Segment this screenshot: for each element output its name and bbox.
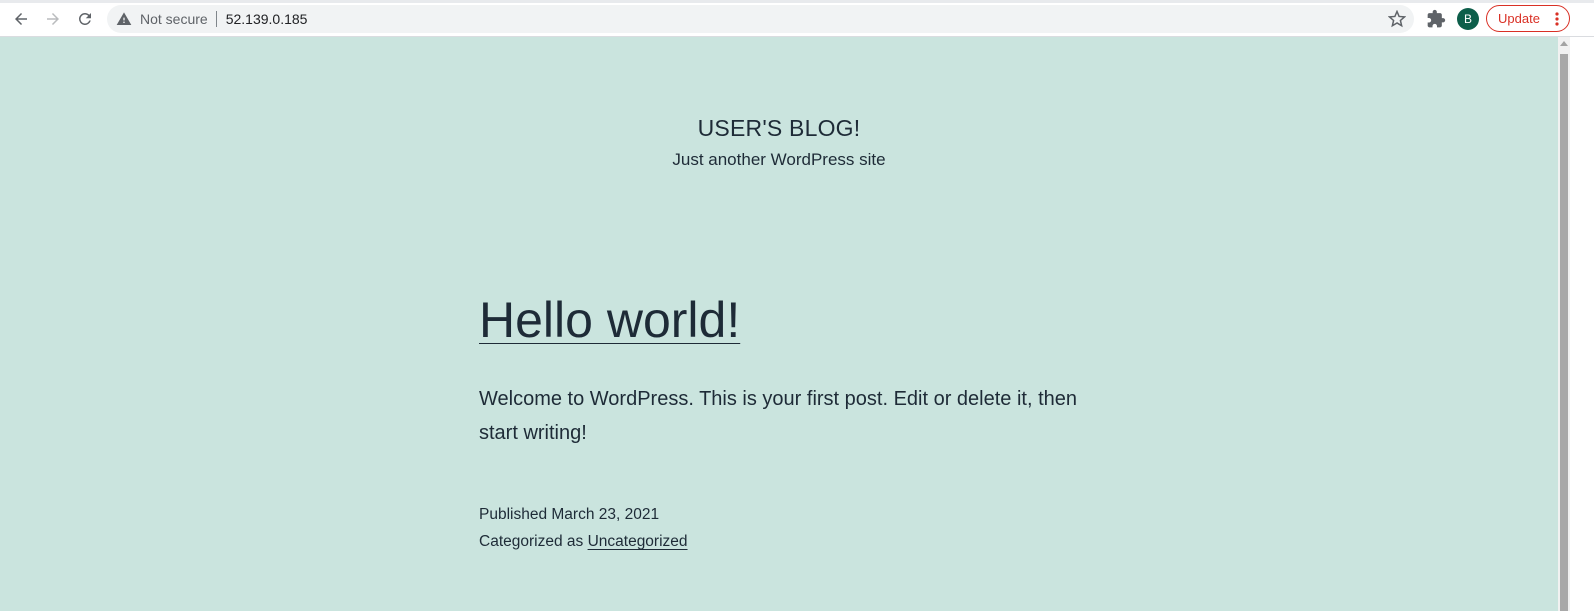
puzzle-icon[interactable] bbox=[1426, 9, 1446, 29]
url-text[interactable]: 52.139.0.185 bbox=[226, 11, 308, 27]
scroll-up-arrow-icon[interactable] bbox=[1560, 41, 1568, 46]
site-title[interactable]: USER'S BLOG! bbox=[0, 115, 1558, 142]
category-line: Categorized as Uncategorized bbox=[479, 528, 688, 555]
address-bar[interactable]: Not secure 52.139.0.185 bbox=[107, 5, 1414, 33]
update-label: Update bbox=[1498, 11, 1540, 26]
post-content: Welcome to WordPress. This is your first… bbox=[479, 388, 1078, 444]
vertical-scrollbar[interactable] bbox=[1558, 37, 1570, 611]
browser-toolbar: Not secure 52.139.0.185 B Update bbox=[0, 0, 1594, 37]
site-tagline: Just another WordPress site bbox=[672, 150, 886, 169]
address-separator bbox=[215, 11, 217, 27]
forward-arrow-icon bbox=[47, 13, 59, 25]
profile-avatar[interactable]: B bbox=[1457, 8, 1479, 30]
forward-button[interactable] bbox=[41, 7, 65, 31]
window-edge bbox=[1570, 37, 1594, 611]
reload-button[interactable] bbox=[73, 7, 97, 31]
published-date: March 23, 2021 bbox=[551, 506, 660, 523]
security-status-label[interactable]: Not secure bbox=[140, 11, 208, 27]
category-prefix: Categorized as bbox=[479, 533, 584, 550]
update-button[interactable]: Update bbox=[1486, 5, 1570, 32]
published-prefix: Published bbox=[479, 506, 548, 523]
post-title-link[interactable]: Hello world! bbox=[479, 295, 740, 345]
tab-strip-edge bbox=[0, 0, 1594, 3]
warning-triangle-icon[interactable] bbox=[116, 11, 132, 27]
published-line: Published March 23, 2021 bbox=[479, 501, 688, 528]
star-icon[interactable] bbox=[1388, 10, 1406, 28]
scrollbar-thumb[interactable] bbox=[1560, 54, 1568, 611]
kebab-menu-icon bbox=[1555, 12, 1559, 26]
page-content: USER'S BLOG! Just another WordPress site… bbox=[0, 37, 1558, 611]
reload-icon bbox=[78, 12, 91, 25]
back-arrow-icon bbox=[15, 13, 27, 25]
category-link[interactable]: Uncategorized bbox=[588, 533, 688, 550]
post-meta: Published March 23, 2021 Categorized as … bbox=[479, 501, 688, 555]
back-button[interactable] bbox=[9, 7, 33, 31]
